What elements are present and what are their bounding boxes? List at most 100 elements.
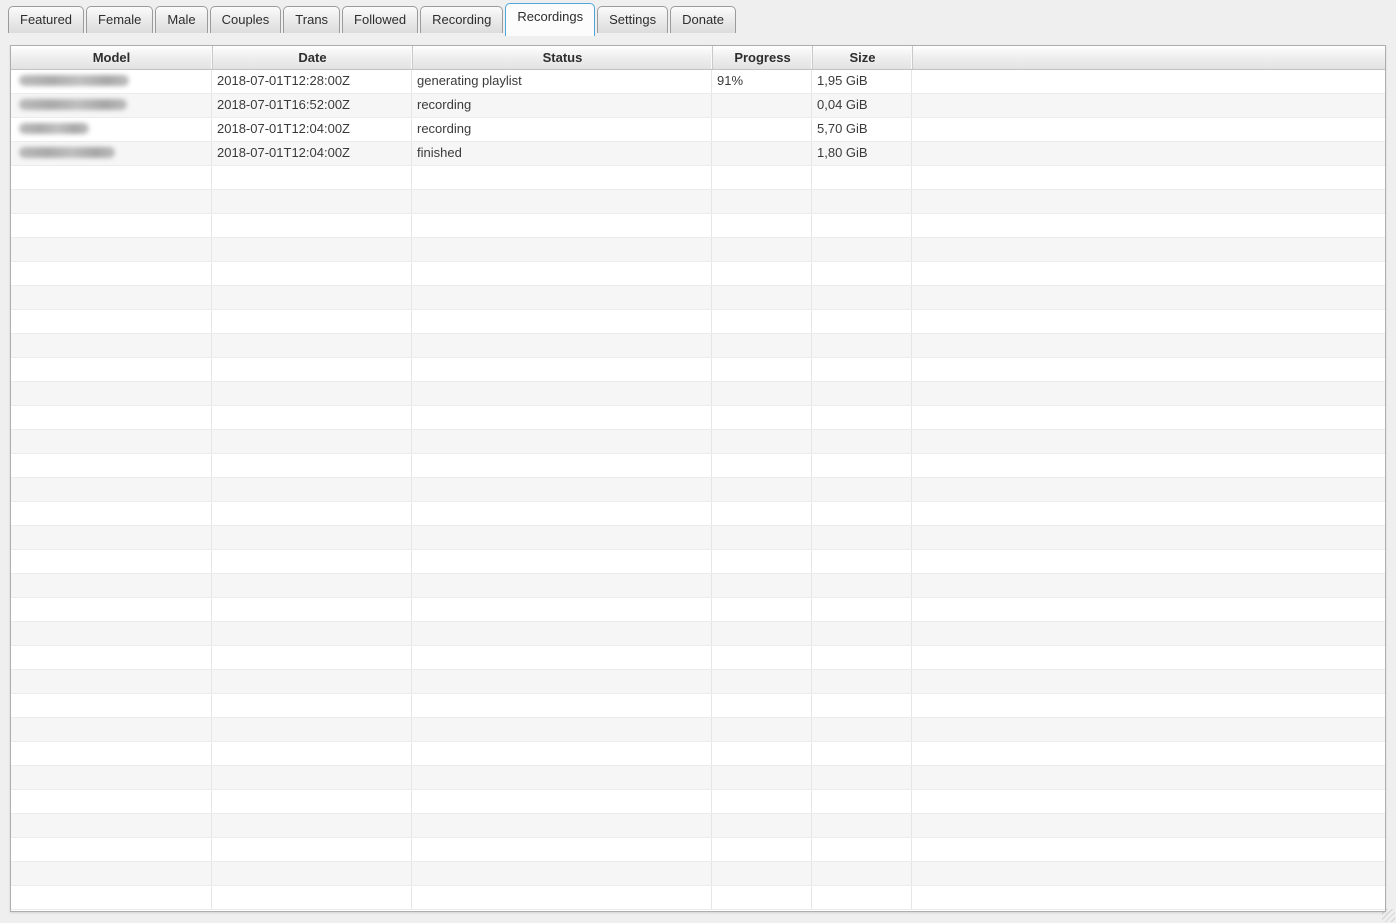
date-cell: 2018-07-01T12:04:00Z bbox=[212, 142, 412, 165]
status-cell bbox=[412, 862, 712, 885]
size-cell bbox=[812, 814, 912, 837]
model-cell bbox=[11, 646, 212, 669]
status-cell bbox=[412, 382, 712, 405]
table-row-empty bbox=[11, 166, 1385, 190]
column-header-progress[interactable]: Progress bbox=[713, 46, 813, 69]
filler-cell bbox=[912, 694, 1385, 717]
model-cell bbox=[11, 694, 212, 717]
tab-followed[interactable]: Followed bbox=[342, 6, 419, 33]
redacted-model-name bbox=[19, 98, 127, 110]
status-cell bbox=[412, 238, 712, 261]
redacted-model-name bbox=[19, 74, 129, 86]
date-cell: 2018-07-01T12:04:00Z bbox=[212, 118, 412, 141]
size-cell bbox=[812, 550, 912, 573]
size-cell bbox=[812, 742, 912, 765]
progress-cell bbox=[712, 550, 812, 573]
date-cell bbox=[212, 358, 412, 381]
column-header-status[interactable]: Status bbox=[413, 46, 713, 69]
filler-cell bbox=[912, 310, 1385, 333]
progress-cell bbox=[712, 238, 812, 261]
table-row[interactable]: 2018-07-01T16:52:00Z recording 0,04 GiB bbox=[11, 94, 1385, 118]
filler-cell bbox=[912, 574, 1385, 597]
tab-female[interactable]: Female bbox=[86, 6, 154, 33]
table-row-empty bbox=[11, 646, 1385, 670]
status-cell bbox=[412, 694, 712, 717]
table-row[interactable]: 2018-07-01T12:04:00Z recording 5,70 GiB bbox=[11, 118, 1385, 142]
status-cell bbox=[412, 454, 712, 477]
progress-cell bbox=[712, 574, 812, 597]
filler-cell bbox=[912, 190, 1385, 213]
progress-cell bbox=[712, 382, 812, 405]
progress-cell bbox=[712, 358, 812, 381]
filler-cell bbox=[912, 646, 1385, 669]
size-cell bbox=[812, 862, 912, 885]
date-cell bbox=[212, 334, 412, 357]
date-cell bbox=[212, 622, 412, 645]
progress-cell bbox=[712, 454, 812, 477]
model-cell bbox=[11, 622, 212, 645]
progress-cell bbox=[712, 838, 812, 861]
column-header-filler[interactable] bbox=[913, 46, 1385, 69]
model-cell bbox=[11, 262, 212, 285]
date-cell bbox=[212, 766, 412, 789]
size-cell bbox=[812, 286, 912, 309]
filler-cell bbox=[912, 286, 1385, 309]
tab-couples[interactable]: Couples bbox=[209, 6, 282, 33]
filler-cell bbox=[912, 550, 1385, 573]
size-cell bbox=[812, 190, 912, 213]
tab-donate[interactable]: Donate bbox=[670, 6, 737, 33]
size-cell: 0,04 GiB bbox=[812, 94, 912, 117]
column-header-model[interactable]: Model bbox=[11, 46, 213, 69]
filler-cell bbox=[912, 334, 1385, 357]
status-cell: generating playlist bbox=[412, 70, 712, 93]
filler-cell bbox=[912, 142, 1385, 165]
table-row-empty bbox=[11, 286, 1385, 310]
status-cell bbox=[412, 190, 712, 213]
date-cell bbox=[212, 382, 412, 405]
status-cell: recording bbox=[412, 94, 712, 117]
table-row-empty bbox=[11, 478, 1385, 502]
model-cell bbox=[11, 142, 212, 165]
table-row-empty bbox=[11, 190, 1385, 214]
status-cell bbox=[412, 646, 712, 669]
progress-cell bbox=[712, 526, 812, 549]
table-row-empty bbox=[11, 334, 1385, 358]
table-row[interactable]: 2018-07-01T12:04:00Z finished 1,80 GiB bbox=[11, 142, 1385, 166]
date-cell: 2018-07-01T16:52:00Z bbox=[212, 94, 412, 117]
progress-cell bbox=[712, 94, 812, 117]
tab-settings[interactable]: Settings bbox=[597, 6, 669, 33]
filler-cell bbox=[912, 622, 1385, 645]
filler-cell bbox=[912, 526, 1385, 549]
size-cell bbox=[812, 454, 912, 477]
status-cell bbox=[412, 334, 712, 357]
status-cell bbox=[412, 838, 712, 861]
tab-male[interactable]: Male bbox=[155, 6, 208, 33]
redacted-model-name bbox=[19, 146, 115, 158]
column-header-size[interactable]: Size bbox=[813, 46, 913, 69]
date-cell bbox=[212, 598, 412, 621]
size-cell bbox=[812, 574, 912, 597]
table-row-empty bbox=[11, 526, 1385, 550]
model-cell bbox=[11, 838, 212, 861]
column-header-date[interactable]: Date bbox=[213, 46, 413, 69]
table-row-empty bbox=[11, 862, 1385, 886]
table-row[interactable]: 2018-07-01T12:28:00Z generating playlist 9… bbox=[11, 70, 1385, 94]
progress-cell bbox=[712, 862, 812, 885]
date-cell bbox=[212, 886, 412, 909]
progress-cell bbox=[712, 142, 812, 165]
date-cell bbox=[212, 718, 412, 741]
filler-cell bbox=[912, 838, 1385, 861]
tab-trans[interactable]: Trans bbox=[283, 6, 341, 33]
status-cell bbox=[412, 502, 712, 525]
filler-cell bbox=[912, 814, 1385, 837]
model-cell bbox=[11, 502, 212, 525]
filler-cell bbox=[912, 766, 1385, 789]
recordings-table: Model Date Status Progress Size 2018-07-01T1… bbox=[10, 45, 1386, 912]
model-cell bbox=[11, 286, 212, 309]
model-cell bbox=[11, 886, 212, 909]
tab-recording[interactable]: Recording bbox=[420, 6, 504, 33]
date-cell bbox=[212, 310, 412, 333]
filler-cell bbox=[912, 742, 1385, 765]
tab-featured[interactable]: Featured bbox=[8, 6, 85, 33]
tab-recordings[interactable]: Recordings bbox=[505, 3, 596, 36]
